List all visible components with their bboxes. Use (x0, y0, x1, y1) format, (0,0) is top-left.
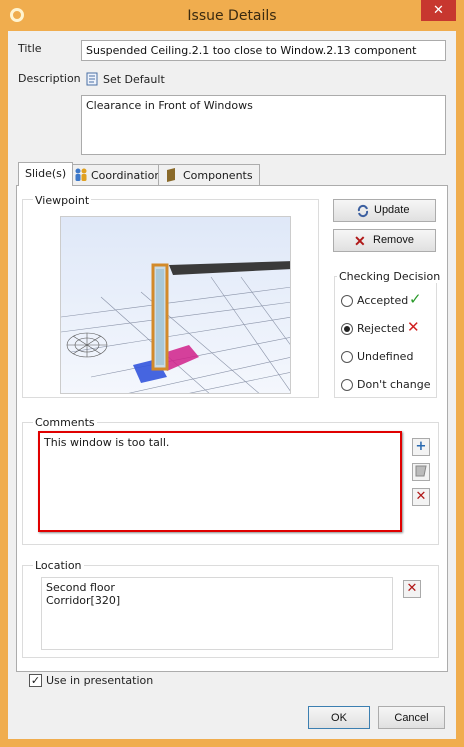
delete-location-button[interactable]: ✕ (403, 580, 421, 598)
radio-rejected-label[interactable]: Rejected (357, 322, 405, 335)
window-title: Issue Details (187, 8, 277, 24)
use-in-presentation-checkbox[interactable]: ✓ (29, 674, 42, 687)
radio-undefined[interactable] (341, 351, 353, 363)
radio-dont-change-label[interactable]: Don't change (357, 378, 431, 391)
location-list[interactable]: Second floor Corridor[320] (41, 577, 393, 650)
title-input[interactable]: Suspended Ceiling.2.1 too close to Windo… (81, 40, 446, 61)
title-bar[interactable]: Issue Details ✕ (0, 0, 464, 31)
cancel-button[interactable]: Cancel (378, 706, 445, 729)
accepted-check-icon: ✓ (409, 290, 422, 308)
set-default-icon[interactable] (85, 72, 99, 86)
tab-slides[interactable]: Slide(s) (18, 162, 74, 186)
description-textarea[interactable]: Clearance in Front of Windows (81, 95, 446, 155)
update-button[interactable]: Update (333, 199, 436, 222)
comments-label: Comments (33, 416, 97, 429)
edit-comment-button[interactable] (412, 463, 430, 481)
people-icon (73, 167, 89, 186)
checking-decision-label: Checking Decision (337, 270, 443, 283)
tab-components-label: Components (183, 169, 253, 182)
remove-label: Remove (373, 234, 414, 246)
location-line-2: Corridor[320] (46, 594, 121, 607)
tab-coordination-label: Coordination (91, 169, 162, 182)
tab-coordination[interactable]: Coordination (68, 164, 169, 186)
set-default-link[interactable]: Set Default (103, 73, 165, 86)
description-label: Description (18, 72, 81, 85)
comments-textarea[interactable]: This window is too tall. (38, 431, 402, 532)
update-icon (356, 204, 370, 221)
radio-undefined-label[interactable]: Undefined (357, 350, 413, 363)
viewpoint-image[interactable] (60, 216, 291, 394)
dialog-body: Title Suspended Ceiling.2.1 too close to… (8, 31, 456, 739)
delete-comment-button[interactable]: ✕ (412, 488, 430, 506)
remove-x-icon: ✕ (354, 233, 366, 249)
location-line-1: Second floor (46, 581, 115, 594)
location-label: Location (33, 559, 84, 572)
radio-dont-change[interactable] (341, 379, 353, 391)
close-button[interactable]: ✕ (421, 0, 456, 21)
viewpoint-label: Viewpoint (33, 194, 92, 207)
title-label: Title (18, 42, 42, 55)
rejected-x-icon: ✕ (407, 318, 420, 336)
add-comment-button[interactable]: + (412, 438, 430, 456)
tab-components[interactable]: Components (158, 164, 260, 185)
component-icon (165, 168, 177, 185)
remove-button[interactable]: ✕ Remove (333, 229, 436, 252)
edit-icon (415, 465, 427, 477)
radio-accepted-label[interactable]: Accepted (357, 294, 408, 307)
slides-tab-panel: Viewpoint Update ✕ Remove Checking Decis… (16, 185, 448, 687)
radio-accepted[interactable] (341, 295, 353, 307)
dialog-window: Issue Details ✕ Title Suspended Ceiling.… (0, 0, 464, 747)
ok-button[interactable]: OK (308, 706, 370, 729)
use-in-presentation-label[interactable]: Use in presentation (46, 674, 153, 687)
update-label: Update (374, 204, 410, 216)
radio-rejected[interactable] (341, 323, 353, 335)
